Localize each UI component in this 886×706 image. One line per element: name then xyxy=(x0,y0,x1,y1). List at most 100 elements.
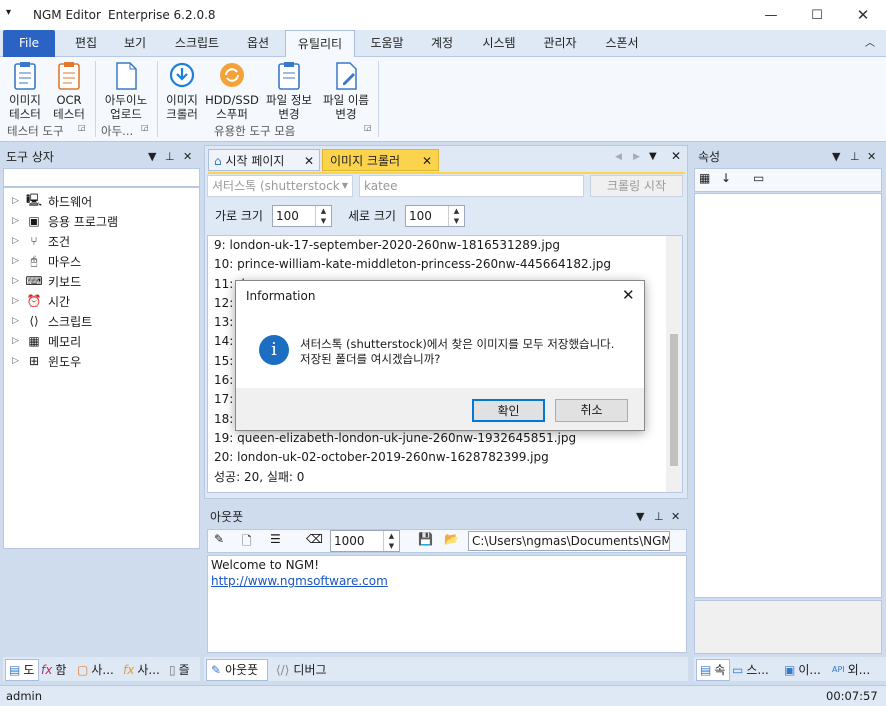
toolbox-search-input[interactable] xyxy=(3,168,200,187)
tab-functions[interactable]: fx 함 xyxy=(41,659,75,681)
tab-start-page[interactable]: ⌂ 시작 페이지 ✕ xyxy=(208,149,320,171)
information-dialog: Information ✕ i 셔터스톡 (shutterstock)에서 찾은… xyxy=(235,280,645,431)
menu-help[interactable]: 도움말 xyxy=(362,30,412,57)
tab-scroll-right-icon[interactable]: ▶ xyxy=(633,152,640,162)
app-menu-icon[interactable]: ▾ xyxy=(6,7,11,18)
clear-icon[interactable]: ✎ xyxy=(214,532,224,546)
tree-item-application[interactable]: ▷ ▣ 응용 프로그램 xyxy=(12,211,118,231)
pencil-icon: ✎ xyxy=(211,663,222,677)
tree-item-mouse[interactable]: ▷ 🖰 마우스 xyxy=(12,251,81,271)
output-limit-spinner[interactable]: 1000 ▲ ▼ xyxy=(330,530,400,552)
group-label-arduino: 아두... xyxy=(101,124,134,138)
menu-script[interactable]: 스크립트 xyxy=(166,30,228,57)
tab-user[interactable]: ▢ 사... xyxy=(77,659,121,681)
minimize-button[interactable]: — xyxy=(748,0,794,30)
image-icon: ▣ xyxy=(784,663,796,677)
dialog-launcher-icon[interactable]: ◲ xyxy=(78,123,86,132)
results-scrollbar[interactable] xyxy=(666,236,682,492)
output-path-field[interactable]: C:\Users\ngmas\Documents\NGM6\ xyxy=(468,531,670,551)
query-input[interactable]: katee xyxy=(359,175,584,197)
website-link[interactable]: http://www.ngmsoftware.com xyxy=(208,574,686,588)
clipboard-icon xyxy=(14,62,36,90)
tab-external[interactable]: API 외... xyxy=(832,659,884,681)
cancel-button[interactable]: 취소 xyxy=(555,399,628,422)
menu-admin[interactable]: 관리자 xyxy=(534,30,586,57)
tab-script[interactable]: ▭ 스... xyxy=(732,659,782,681)
group-label-useful-tools: 유용한 도구 모음 xyxy=(214,124,296,138)
close-icon[interactable]: ✕ xyxy=(183,146,192,168)
ok-button[interactable]: 확인 xyxy=(472,399,545,422)
height-spinner[interactable]: 100 ▲ ▼ xyxy=(405,205,465,227)
menu-system[interactable]: 시스템 xyxy=(473,30,525,57)
tree-item-script[interactable]: ▷ ⟨⟩ 스크립트 xyxy=(12,311,92,331)
width-label: 가로 크기 xyxy=(215,209,263,223)
output-toolbar: ✎ 🗋 ☰ ⌫ 1000 ▲ ▼ 💾 📂 C:\Users\ngmas\Docume… xyxy=(207,529,687,553)
property-description xyxy=(694,600,882,654)
width-spinner[interactable]: 100 ▲ ▼ xyxy=(272,205,332,227)
menu-account[interactable]: 계정 xyxy=(420,30,464,57)
briefcase-icon: ▢ xyxy=(77,663,89,677)
tree-item-condition[interactable]: ▷ ⑂ 조건 xyxy=(12,231,70,251)
file-info-change-button[interactable]: 파일 정보 변경 xyxy=(262,61,316,121)
image-tester-button[interactable]: 이미지 테스터 xyxy=(4,61,46,121)
close-button[interactable]: ✕ xyxy=(840,0,886,30)
close-tab-icon[interactable]: ✕ xyxy=(304,150,314,172)
properties-toolbar: ▦ ↓ ▭ xyxy=(694,168,882,192)
tab-toolbox[interactable]: ▤ 도 xyxy=(5,659,39,681)
tab-user-fx[interactable]: fx 사... xyxy=(123,659,167,681)
tab-favorites[interactable]: ▯ 즐 xyxy=(169,659,199,681)
tab-list-icon[interactable]: ▼ xyxy=(649,151,657,162)
close-icon[interactable]: ✕ xyxy=(867,146,876,168)
tree-item-memory[interactable]: ▷ ▦ 메모리 xyxy=(12,331,81,351)
dropdown-icon[interactable]: ▼ xyxy=(636,506,644,528)
hdd-spoofer-button[interactable]: HDD/SSD 스푸퍼 xyxy=(205,61,259,121)
eraser-icon[interactable]: ⌫ xyxy=(306,532,323,546)
pin-icon[interactable]: ⊥ xyxy=(165,146,175,168)
tree-item-hardware[interactable]: ▷ 🖳 하드웨어 xyxy=(12,191,92,211)
scrollbar-thumb[interactable] xyxy=(670,334,678,466)
dialog-launcher-icon[interactable]: ◲ xyxy=(141,123,149,132)
tab-image[interactable]: ▣ 이... xyxy=(784,659,830,681)
source-select[interactable]: 셔터스톡 (shutterstock ▼ xyxy=(207,175,353,197)
categorized-icon[interactable]: ▦ xyxy=(699,171,710,185)
tree-item-window[interactable]: ▷ ⊞ 윈도우 xyxy=(12,351,81,371)
tab-debug[interactable]: ⟨/⟩ 디버그 xyxy=(272,659,336,681)
ocr-tester-button[interactable]: OCR 테스터 xyxy=(48,61,90,121)
sort-alpha-icon[interactable]: ↓ xyxy=(721,171,731,185)
property-grid[interactable] xyxy=(694,193,882,598)
welcome-text: Welcome to NGM! xyxy=(211,558,320,572)
image-crawler-button[interactable]: 이미지 크롤러 xyxy=(162,61,202,121)
arduino-upload-button[interactable]: 아두이노 업로드 xyxy=(100,61,152,121)
file-rename-button[interactable]: 파일 이름 변경 xyxy=(319,61,373,121)
tree-item-keyboard[interactable]: ▷ ⌨ 키보드 xyxy=(12,271,81,291)
lines-icon[interactable]: ☰ xyxy=(270,532,281,546)
dialog-close-icon[interactable]: ✕ xyxy=(622,286,635,304)
code-icon: ⟨⟩ xyxy=(29,314,39,328)
menu-options[interactable]: 옵션 xyxy=(236,30,280,57)
pin-icon[interactable]: ⊥ xyxy=(850,146,860,168)
menu-view[interactable]: 보기 xyxy=(113,30,157,57)
start-crawling-button[interactable]: 크롤링 시작 xyxy=(590,175,683,197)
menu-sponsor[interactable]: 스폰서 xyxy=(596,30,648,57)
pin-icon[interactable]: ⊥ xyxy=(654,506,664,528)
close-document-icon[interactable]: ✕ xyxy=(671,149,681,163)
close-icon[interactable]: ✕ xyxy=(671,506,680,528)
document-search-icon[interactable]: 🗋 xyxy=(242,532,252,553)
dropdown-icon[interactable]: ▼ xyxy=(148,146,156,168)
dropdown-icon[interactable]: ▼ xyxy=(832,146,840,168)
tab-scroll-left-icon[interactable]: ◀ xyxy=(615,152,622,162)
dialog-launcher-icon[interactable]: ◲ xyxy=(364,123,372,132)
save-icon[interactable]: 💾 xyxy=(418,532,433,546)
tab-properties[interactable]: ▤ 속 xyxy=(696,659,730,681)
menu-utility[interactable]: 유틸리티 xyxy=(285,30,355,57)
tree-item-time[interactable]: ▷ ⏰ 시간 xyxy=(12,291,70,311)
tab-output[interactable]: ✎ 아웃풋 xyxy=(206,659,268,681)
menu-file[interactable]: File xyxy=(3,30,55,57)
menu-edit[interactable]: 편집 xyxy=(64,30,108,57)
collapse-ribbon-icon[interactable]: ︿ xyxy=(860,30,880,57)
tab-image-crawler[interactable]: 이미지 크롤러 ✕ xyxy=(322,149,439,171)
close-tab-icon[interactable]: ✕ xyxy=(422,150,432,172)
property-pages-icon[interactable]: ▭ xyxy=(753,171,764,185)
maximize-button[interactable]: ☐ xyxy=(794,0,840,30)
folder-open-icon[interactable]: 📂 xyxy=(444,532,459,546)
